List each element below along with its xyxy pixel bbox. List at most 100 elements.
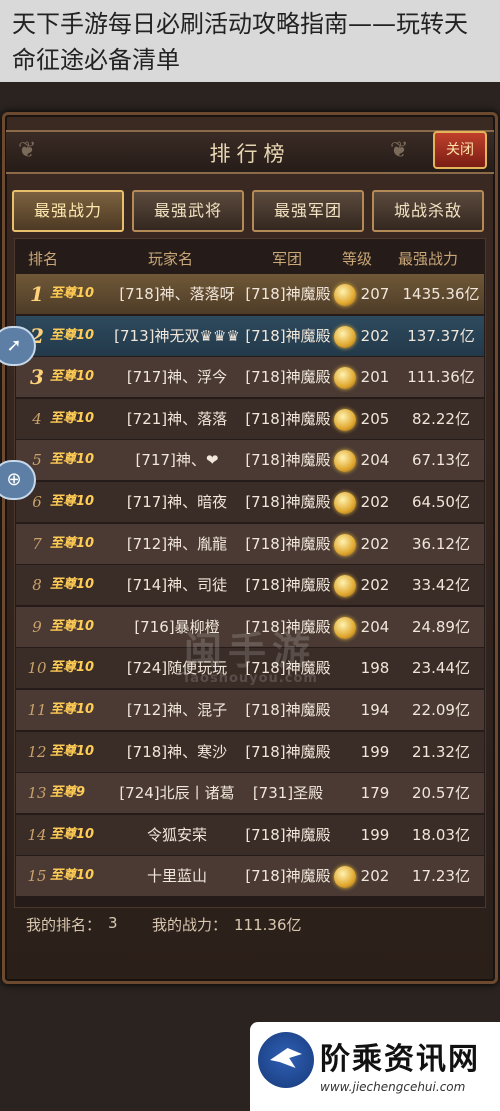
table-row[interactable]: 13 至尊9 [724]北辰丨诸葛 [731]圣殿 179 20.57亿: [16, 773, 484, 814]
table-header: 排名 玩家名 军团 等级 最强战力: [14, 240, 486, 274]
player-level: 194: [360, 701, 390, 719]
vip-badge: 至尊10: [50, 660, 95, 676]
eagle-logo-icon: [258, 1032, 314, 1088]
vip-badge: 至尊10: [50, 618, 95, 634]
table-row[interactable]: 15 至尊10 十里蓝山 [718]神魔殿 202 17.23亿: [16, 856, 484, 897]
row-rank: 15: [27, 867, 47, 886]
player-name: [717]神、❤: [135, 451, 219, 470]
legion-name: [718]神魔殿: [245, 576, 331, 595]
tab-strongest-general[interactable]: 最强武将: [132, 190, 244, 232]
player-name: [714]神、司徒: [126, 576, 228, 595]
player-power: 137.37亿: [407, 326, 475, 345]
table-row[interactable]: 6 至尊10 [717]神、暗夜 [718]神魔殿 202 64.50亿: [16, 482, 484, 522]
legion-name: [718]神魔殿: [245, 493, 331, 511]
brand-url: www.jiechengcehui.com: [320, 1080, 466, 1094]
my-power-value: 111.36亿: [234, 916, 302, 934]
legion-name: [718]神魔殿: [245, 534, 331, 553]
player-level: 202: [360, 534, 390, 553]
tab-strongest-power[interactable]: 最强战力: [12, 190, 124, 232]
player-power: 24.89亿: [412, 617, 470, 636]
row-rank: 12: [27, 742, 47, 761]
player-power: 23.44亿: [412, 659, 470, 678]
vip-badge: 至尊10: [50, 577, 95, 593]
vip-badge: 至尊10: [50, 702, 95, 717]
player-power: 18.03亿: [412, 825, 470, 844]
row-rank: 7: [32, 534, 42, 553]
player-level: 204: [360, 451, 390, 470]
ranking-tabs: 最强战力 最强武将 最强军团 城战杀敌: [12, 190, 488, 232]
player-name: [718]神、寒沙: [126, 742, 228, 761]
player-power: 36.12亿: [412, 534, 470, 553]
my-power-label: 我的战力：: [152, 916, 228, 934]
player-power: 1435.36亿: [402, 285, 480, 303]
watermark: 闽手游 Taoshouyou.com: [150, 620, 350, 690]
player-level: 207: [360, 285, 390, 303]
tab-city-battle-kills[interactable]: 城战杀敌: [372, 190, 484, 232]
legion-name: [718]神魔殿: [245, 742, 331, 761]
brand-name: 阶乘资讯网: [320, 1042, 480, 1077]
player-power: 67.13亿: [412, 451, 470, 470]
column-power: 最强战力: [398, 250, 459, 268]
column-legion: 军团: [272, 250, 303, 268]
player-name: [713]神无双♛♛♛: [114, 326, 240, 345]
table-row[interactable]: 8 至尊10 [714]神、司徒 [718]神魔殿 202 33.42亿: [16, 565, 484, 606]
player-power: 82.22亿: [412, 409, 470, 428]
my-rank-summary: 我的排名： 3 我的战力： 111.36亿: [20, 914, 480, 938]
ornament-right-icon: ❦: [390, 138, 409, 163]
site-brand: 阶乘资讯网 www.jiechengcehui.com: [250, 1022, 500, 1111]
legion-name: [718]神魔殿: [245, 867, 331, 886]
watermark-sub: Taoshouyou.com: [182, 671, 318, 686]
player-name: 令狐安荣: [146, 825, 207, 844]
player-name: [712]神、胤龍: [126, 534, 228, 553]
player-level: 201: [360, 368, 390, 387]
table-row[interactable]: 4 至尊10 [721]神、落落 [718]神魔殿 205 82.22亿: [16, 398, 484, 439]
player-name: [718]神、落落呀: [119, 285, 235, 303]
watermark-text: 闽手游: [183, 629, 316, 673]
legion-name: [718]神魔殿: [245, 825, 331, 844]
vip-badge: 至尊10: [50, 826, 95, 842]
column-player: 玩家名: [148, 250, 194, 268]
table-row[interactable]: 1 至尊10 [718]神、落落呀 [718]神魔殿 207 1435.36亿: [16, 274, 484, 314]
player-name: [717]神、浮今: [126, 368, 228, 387]
table-row[interactable]: 12 至尊10 [718]神、寒沙 [718]神魔殿 199 21.32亿: [16, 731, 484, 772]
tab-strongest-legion[interactable]: 最强军团: [252, 190, 364, 232]
vip-badge: 至尊10: [50, 369, 95, 385]
vip-badge: 至尊10: [50, 868, 95, 884]
legion-name: [718]神魔殿: [245, 285, 331, 303]
player-level: 202: [360, 867, 390, 886]
row-rank: 4: [32, 409, 42, 428]
player-name: [724]北辰丨诸葛: [119, 784, 235, 803]
table-row[interactable]: 2 至尊10 [713]神无双♛♛♛ [718]神魔殿 202 137.37亿: [16, 315, 484, 356]
vip-badge: 至尊10: [50, 327, 95, 343]
row-rank: 8: [32, 576, 42, 595]
player-name: 十里蓝山: [146, 867, 207, 886]
row-rank: 10: [27, 659, 47, 678]
player-level: 204: [360, 617, 390, 636]
player-level: 199: [360, 742, 390, 761]
legion-name: [731]圣殿: [252, 784, 324, 803]
row-rank: 14: [27, 825, 47, 844]
panel-title: 排行榜: [209, 142, 291, 166]
player-power: 33.42亿: [412, 576, 470, 595]
ornament-left-icon: ❦: [18, 138, 37, 163]
table-row[interactable]: 7 至尊10 [712]神、胤龍 [718]神魔殿 202 36.12亿: [16, 523, 484, 564]
player-level: 202: [360, 576, 390, 595]
close-button[interactable]: 关闭: [433, 131, 487, 169]
table-row[interactable]: 14 至尊10 令狐安荣 [718]神魔殿 199 18.03亿: [16, 814, 484, 855]
legion-name: [718]神魔殿: [245, 368, 331, 387]
player-power: 111.36亿: [407, 368, 475, 387]
vip-badge: 至尊10: [50, 743, 95, 759]
player-power: 22.09亿: [412, 701, 470, 719]
vip-badge: 至尊10: [50, 535, 95, 551]
player-power: 21.32亿: [412, 742, 470, 761]
table-row[interactable]: 5 至尊10 [717]神、❤ [718]神魔殿 204 67.13亿: [16, 440, 484, 481]
table-row[interactable]: 11 至尊10 [712]神、混子 [718]神魔殿 194 22.09亿: [16, 690, 484, 730]
player-level: 205: [360, 409, 390, 428]
my-rank-value: 3: [108, 914, 118, 932]
column-level: 等级: [342, 250, 373, 268]
table-row[interactable]: 3 至尊10 [717]神、浮今 [718]神魔殿 201 111.36亿: [16, 357, 484, 398]
legion-name: [718]神魔殿: [245, 701, 331, 719]
vip-badge: 至尊10: [50, 452, 95, 468]
player-name: [717]神、暗夜: [126, 493, 228, 511]
player-level: 199: [360, 825, 390, 844]
